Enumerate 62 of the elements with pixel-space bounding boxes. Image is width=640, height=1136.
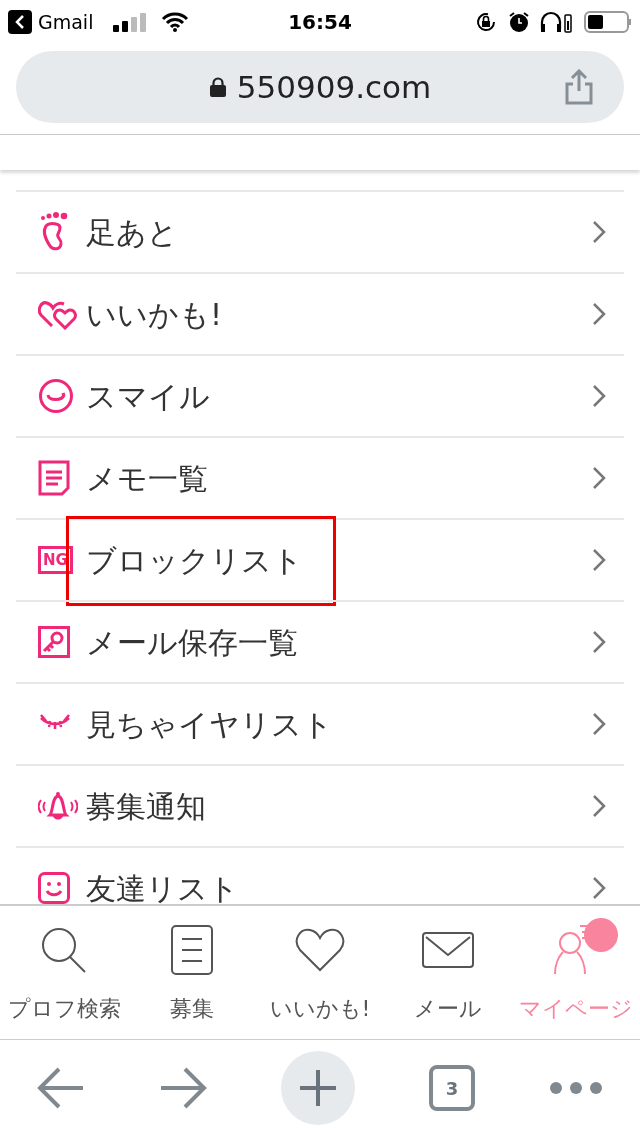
alarm-icon	[508, 11, 530, 33]
rotation-lock-icon	[474, 10, 498, 34]
chevron-icon	[592, 794, 606, 818]
face-icon	[38, 872, 70, 904]
smile-icon	[38, 378, 74, 414]
chevron-icon	[592, 548, 606, 572]
address-bar[interactable]: 550909.com	[16, 51, 624, 123]
menu-item[interactable]: いいかも!	[16, 272, 624, 354]
memo-icon	[38, 460, 70, 496]
menu-item[interactable]: 募集通知	[16, 764, 624, 846]
menu-item[interactable]: スマイル	[16, 354, 624, 436]
tab[interactable]: プロフ検索	[0, 906, 128, 1039]
back-icon[interactable]	[8, 10, 32, 34]
tab-label: メール	[414, 995, 482, 1023]
menu-label: メール保存一覧	[86, 623, 299, 662]
lock-icon	[208, 77, 227, 97]
menu-label: 足あと	[86, 213, 179, 252]
menu-label: スマイル	[86, 377, 211, 416]
menu-item[interactable]: 見ちゃイヤリスト	[16, 682, 624, 764]
menu-item[interactable]: メモ一覧	[16, 436, 624, 518]
menu-label: 見ちゃイヤリスト	[86, 705, 334, 744]
tab-label: マイページ	[519, 995, 633, 1023]
battery-icon	[584, 11, 632, 33]
clock-time: 16:54	[287, 9, 353, 36]
tab-label: いいかも!	[269, 995, 371, 1023]
wifi-icon	[161, 12, 190, 32]
share-icon[interactable]	[564, 69, 594, 105]
menu-label: ブロックリスト	[86, 541, 304, 580]
chevron-icon	[592, 630, 606, 654]
hearts-icon	[38, 298, 78, 330]
chevron-icon	[592, 876, 606, 900]
heart-icon	[295, 928, 345, 972]
forward-arrow-icon[interactable]	[159, 1066, 207, 1110]
tab-label: プロフ検索	[7, 995, 121, 1023]
more-icon[interactable]	[549, 1081, 603, 1095]
menu-label: いいかも!	[86, 295, 224, 334]
tab[interactable]: 募集	[128, 906, 256, 1039]
document-icon	[171, 925, 213, 975]
tab-label: 募集	[170, 995, 214, 1023]
mail-icon	[422, 932, 474, 968]
signal-icon	[113, 12, 148, 32]
menu-item[interactable]: NG ブロックリスト	[16, 518, 624, 600]
chevron-icon	[592, 466, 606, 490]
tab[interactable]: いいかも!	[256, 906, 384, 1039]
chevron-icon	[592, 220, 606, 244]
plus-icon	[298, 1068, 338, 1108]
key-icon	[38, 626, 70, 658]
back-app-label[interactable]: Gmail	[38, 7, 94, 37]
menu-item[interactable]: 足あと	[16, 190, 624, 272]
tab[interactable]: メール	[384, 906, 512, 1039]
tab-count-button[interactable]: 3	[429, 1065, 475, 1111]
url-text: 550909.com	[236, 67, 432, 107]
ng-icon: NG	[38, 546, 73, 574]
chevron-icon	[592, 712, 606, 736]
back-arrow-icon[interactable]	[37, 1066, 85, 1110]
menu-label: 募集通知	[86, 787, 207, 826]
headphones-battery-icon	[540, 11, 574, 33]
menu-label: メモ一覧	[86, 459, 209, 498]
menu-label: 友達リスト	[86, 869, 240, 904]
menu-item[interactable]: メール保存一覧	[16, 600, 624, 682]
chevron-icon	[592, 302, 606, 326]
chevron-icon	[592, 384, 606, 408]
